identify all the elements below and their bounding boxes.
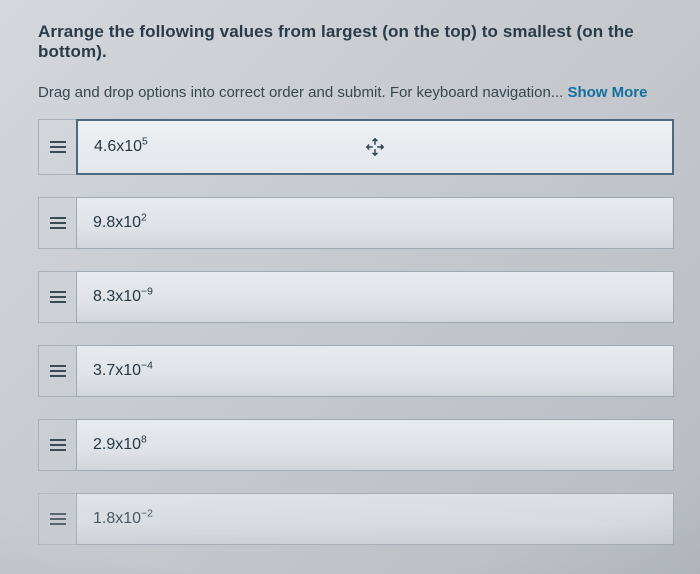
option-card[interactable]: 9.8x102 bbox=[76, 197, 674, 249]
sortable-list[interactable]: 4.6x105 9.8x102 bbox=[38, 119, 674, 545]
option-card[interactable]: 8.3x10−9 bbox=[76, 271, 674, 323]
option-value: 9.8x102 bbox=[93, 214, 147, 232]
hamburger-icon bbox=[50, 217, 66, 229]
hamburger-icon bbox=[50, 291, 66, 303]
option-card[interactable]: 2.9x108 bbox=[76, 419, 674, 471]
drag-handle[interactable] bbox=[38, 119, 76, 175]
hamburger-icon bbox=[50, 141, 66, 153]
list-item[interactable]: 4.6x105 bbox=[38, 119, 674, 175]
list-item[interactable]: 2.9x108 bbox=[38, 419, 674, 471]
list-item[interactable]: 3.7x10−4 bbox=[38, 345, 674, 397]
drag-handle[interactable] bbox=[38, 419, 76, 471]
drag-handle[interactable] bbox=[38, 493, 76, 545]
hamburger-icon bbox=[50, 513, 66, 525]
list-item[interactable]: 8.3x10−9 bbox=[38, 271, 674, 323]
instructions-prefix: Drag and drop options into correct order… bbox=[38, 84, 567, 101]
option-value: 4.6x105 bbox=[94, 138, 148, 156]
list-item[interactable]: 1.8x10−2 bbox=[38, 493, 674, 545]
drag-handle[interactable] bbox=[38, 271, 76, 323]
show-more-link[interactable]: Show More bbox=[567, 84, 647, 101]
drag-handle[interactable] bbox=[38, 197, 76, 249]
hamburger-icon bbox=[50, 439, 66, 451]
option-card[interactable]: 4.6x105 bbox=[76, 119, 674, 175]
option-card[interactable]: 1.8x10−2 bbox=[76, 493, 674, 545]
move-icon bbox=[364, 136, 386, 158]
option-value: 3.7x10−4 bbox=[93, 362, 153, 380]
list-item[interactable]: 9.8x102 bbox=[38, 197, 674, 249]
instructions-text: Drag and drop options into correct order… bbox=[38, 84, 674, 101]
option-card[interactable]: 3.7x10−4 bbox=[76, 345, 674, 397]
option-value: 1.8x10−2 bbox=[93, 510, 153, 528]
drag-handle[interactable] bbox=[38, 345, 76, 397]
hamburger-icon bbox=[50, 365, 66, 377]
option-value: 8.3x10−9 bbox=[93, 288, 153, 306]
option-value: 2.9x108 bbox=[93, 436, 147, 454]
question-text: Arrange the following values from larges… bbox=[38, 22, 674, 62]
